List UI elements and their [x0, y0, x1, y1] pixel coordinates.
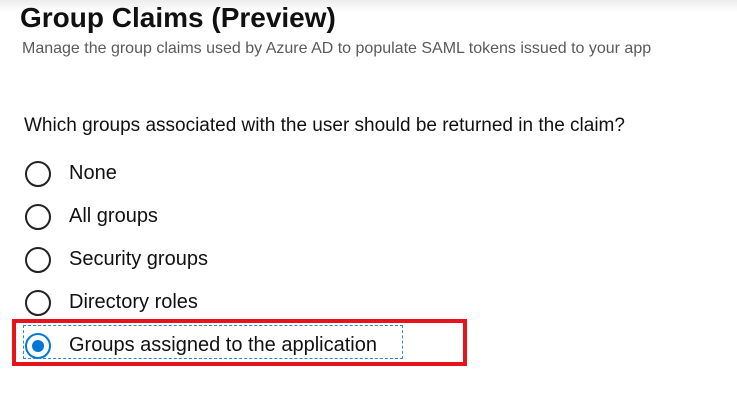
- option-directory-roles-label[interactable]: Directory roles: [69, 291, 198, 314]
- option-groups-assigned[interactable]: Groups assigned to the application: [25, 324, 377, 367]
- option-directory-roles[interactable]: Directory roles: [25, 281, 377, 324]
- option-none[interactable]: None: [25, 152, 377, 195]
- option-groups-assigned-label[interactable]: Groups assigned to the application: [69, 334, 377, 357]
- page-title: Group Claims (Preview): [20, 2, 336, 33]
- radio-none[interactable]: [25, 160, 51, 187]
- group-claims-panel: Group Claims (Preview) Manage the group …: [0, 0, 737, 415]
- page-subtitle: Manage the group claims used by Azure AD…: [22, 40, 652, 57]
- radio-groups-assigned-selected[interactable]: [25, 332, 51, 359]
- option-security-groups[interactable]: Security groups: [25, 238, 377, 281]
- option-security-groups-label[interactable]: Security groups: [69, 248, 208, 271]
- group-options-radio-group: None All groups Security groups Director…: [25, 152, 377, 367]
- option-none-label[interactable]: None: [69, 162, 117, 185]
- option-all-groups-label[interactable]: All groups: [69, 205, 158, 228]
- radio-all-groups[interactable]: [25, 203, 51, 230]
- option-all-groups[interactable]: All groups: [25, 195, 377, 238]
- group-question-label: Which groups associated with the user sh…: [24, 115, 625, 136]
- radio-directory-roles[interactable]: [25, 289, 51, 316]
- radio-security-groups[interactable]: [25, 246, 51, 273]
